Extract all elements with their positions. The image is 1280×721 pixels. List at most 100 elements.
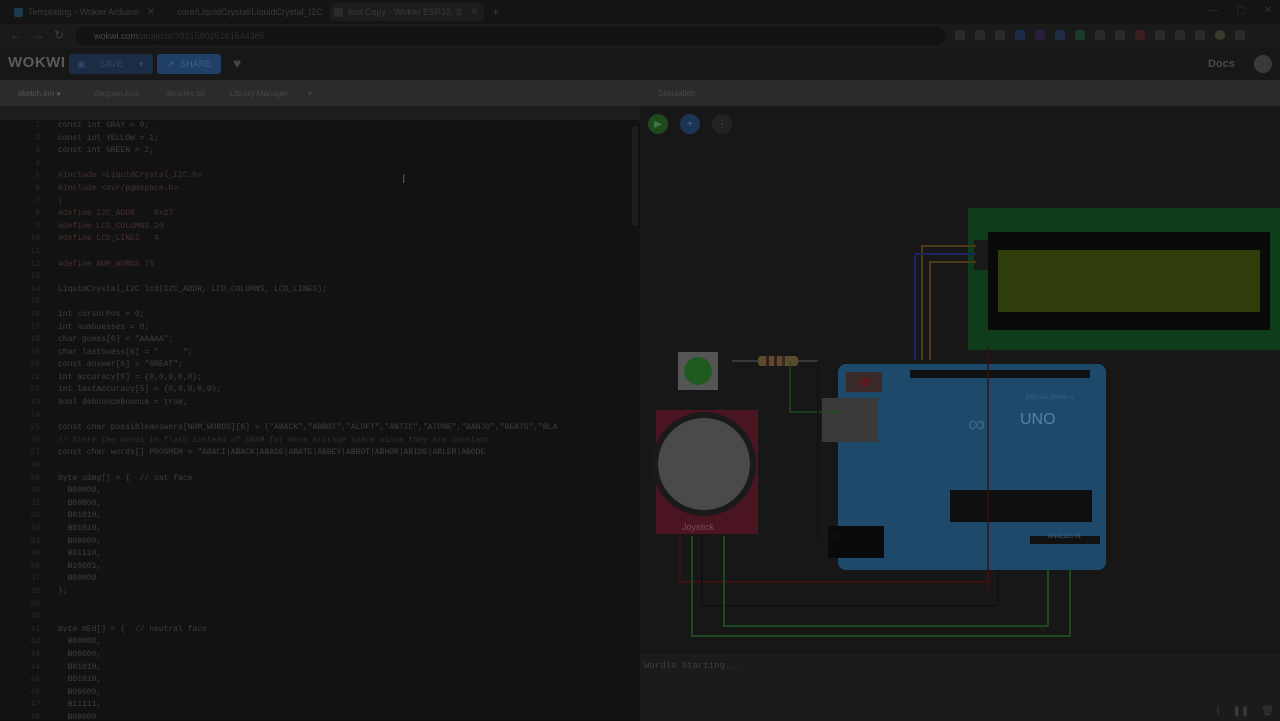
puzzle-icon[interactable] [1175, 30, 1185, 40]
browser-tab-2[interactable]: core/LiquidCrystal/LiquidCrystal_I2C ✕ [172, 3, 339, 21]
line-number: 12 [30, 259, 40, 269]
lcd-display[interactable] [968, 208, 1280, 350]
share-button[interactable]: ↗ SHARE [157, 54, 221, 74]
tab-libraries[interactable]: libraries.txt [166, 89, 205, 98]
extension-icon[interactable] [1035, 30, 1045, 40]
line-code: int cursorPos = 0; [58, 309, 145, 319]
line-number: 5 [35, 171, 40, 181]
code-line: 30 B00000, [0, 485, 640, 498]
minimize-icon[interactable]: — [1208, 5, 1218, 16]
avatar[interactable] [1254, 55, 1272, 73]
line-number: 44 [30, 662, 40, 672]
line-code: B01010, [58, 662, 102, 672]
docs-link[interactable]: Docs [1208, 58, 1235, 70]
code-line: 31 B00000, [0, 498, 640, 511]
back-icon[interactable]: ← [10, 28, 22, 42]
code-line: 44 B01010, [0, 662, 640, 675]
extension-icon[interactable] [1095, 30, 1105, 40]
code-line: 1 const int GRAY = 0; [0, 120, 640, 133]
line-code: const char possibleAnswers[NUM_WORDS][6]… [58, 423, 558, 433]
code-line: 18 char guess[6] = "AAAAA"; [0, 334, 640, 347]
tab-sketch[interactable]: sketch.ino ● [18, 89, 61, 98]
tab-library-manager[interactable]: Library Manager [230, 89, 288, 98]
url-bar[interactable]: wokwi.com /projects/382158025161544385 [76, 27, 946, 45]
line-number: 24 [30, 410, 40, 420]
browser-tab-label: Templating - Wokwi Arduino [28, 7, 139, 17]
line-code: byte uSmg[] = { // cat face [58, 473, 193, 483]
extension-icon[interactable] [1135, 30, 1145, 40]
extension-icon[interactable] [1115, 30, 1125, 40]
code-line: 22 int lastAccuracy[5] = {0,0,0,0,0}; [0, 384, 640, 397]
code-line: 23 bool debounceBounce = true; [0, 397, 640, 410]
tab-menu-chevron[interactable]: ▾ [308, 89, 312, 98]
arduino-uno[interactable]: ∞ UNO DIGITAL (PWM ~) ANALOG IN [822, 364, 1106, 570]
bookmark-icon[interactable] [975, 30, 985, 40]
extension-icon[interactable] [1055, 30, 1065, 40]
text-cursor-icon: I [402, 172, 406, 186]
wire [817, 361, 840, 537]
sidebar-icon[interactable] [1195, 30, 1205, 40]
line-number: 23 [30, 398, 40, 408]
line-number: 37 [30, 574, 40, 584]
code-line: 13 [0, 271, 640, 284]
close-icon[interactable]: ✕ [470, 7, 478, 18]
editor-scrollbar[interactable] [632, 126, 638, 226]
browser-tab-strip: Templating - Wokwi Arduino ✕ core/Liquid… [0, 0, 1280, 24]
share-page-icon[interactable] [955, 30, 965, 40]
extension-icon[interactable] [1075, 30, 1085, 40]
browser-tab-1[interactable]: Templating - Wokwi Arduino ✕ [14, 3, 164, 21]
code-line: 43 B00000, [0, 649, 640, 662]
push-button[interactable] [678, 352, 718, 390]
line-code: // Store the words in flash instead of S… [58, 435, 491, 445]
line-number: 30 [30, 486, 40, 496]
tab-diagram[interactable]: diagram.json [94, 89, 140, 98]
wokwi-favicon-icon [334, 7, 343, 17]
simulation-canvas[interactable]: ▶ + ⋮ ∞ UNO DIGITAL (PWM ~) ANALOG IN Jo… [640, 106, 1280, 654]
chart-icon[interactable]: ⌇ [1216, 706, 1221, 717]
line-number: 34 [30, 536, 40, 546]
reload-icon[interactable]: ↻ [54, 28, 64, 42]
line-code: int lastAccuracy[5] = {0,0,0,0,0}; [58, 385, 222, 395]
line-number: 28 [30, 461, 40, 471]
wokwi-favicon-icon [14, 7, 23, 17]
code-line: 25 const char possibleAnswers[NUM_WORDS][… [0, 422, 640, 435]
code-line: 3 const int GREEN = 2; [0, 145, 640, 158]
address-bar-row: ← → ↻ wokwi.com /projects/38215802516154… [0, 24, 1280, 48]
close-icon[interactable]: ✕ [147, 7, 155, 18]
maximize-icon[interactable]: ▢ [1236, 5, 1245, 16]
wokwi-logo[interactable]: WOKWI [8, 54, 65, 71]
extension-icon[interactable] [1015, 30, 1025, 40]
line-code: int numGuesses = 0; [58, 322, 150, 332]
line-code: B01010, [58, 511, 102, 521]
close-window-icon[interactable]: ✕ [1264, 5, 1272, 16]
line-number: 8 [35, 209, 40, 219]
tab-simulation[interactable]: Simulation [658, 89, 695, 98]
line-code: #define LCD_COLUMNS 20 [58, 221, 164, 231]
line-number: 43 [30, 649, 40, 659]
code-editor[interactable]: 1 const int GRAY = 0; 2 const int YELLOW = … [0, 106, 640, 720]
heart-icon[interactable]: ♥ [233, 55, 241, 71]
extension-icon[interactable] [1155, 30, 1165, 40]
line-number: 38 [30, 586, 40, 596]
trash-icon[interactable]: 🗑 [1261, 706, 1274, 717]
line-number: 45 [30, 675, 40, 685]
chevron-down-icon[interactable]: ▾ [139, 59, 144, 70]
code-line: 48 B00000 [0, 712, 640, 720]
menu-icon[interactable] [1235, 30, 1245, 40]
browser-tab-3[interactable]: test Copy - Wokwi ESP32, S ✕ [330, 3, 484, 21]
code-line: 37 B00000 [0, 573, 640, 586]
code-line: 39 [0, 599, 640, 612]
new-tab-button[interactable]: + [492, 4, 500, 19]
profile-icon[interactable] [1215, 30, 1225, 40]
line-number: 11 [30, 246, 40, 256]
pause-icon[interactable]: ❚❚ [1233, 706, 1250, 717]
line-number: 2 [35, 133, 40, 143]
forward-icon[interactable]: → [32, 28, 44, 42]
extension-icon[interactable] [995, 30, 1005, 40]
line-number: 46 [30, 687, 40, 697]
code-line: 7 | [0, 196, 640, 209]
line-code: #include <LiquidCrystal_I2C.h> [58, 171, 203, 181]
line-code: byte mEd[] = { // neutral face [58, 624, 207, 634]
save-button[interactable]: ▣ SAVE ▾ [69, 54, 153, 74]
analog-joystick[interactable]: Joystick [652, 410, 758, 534]
